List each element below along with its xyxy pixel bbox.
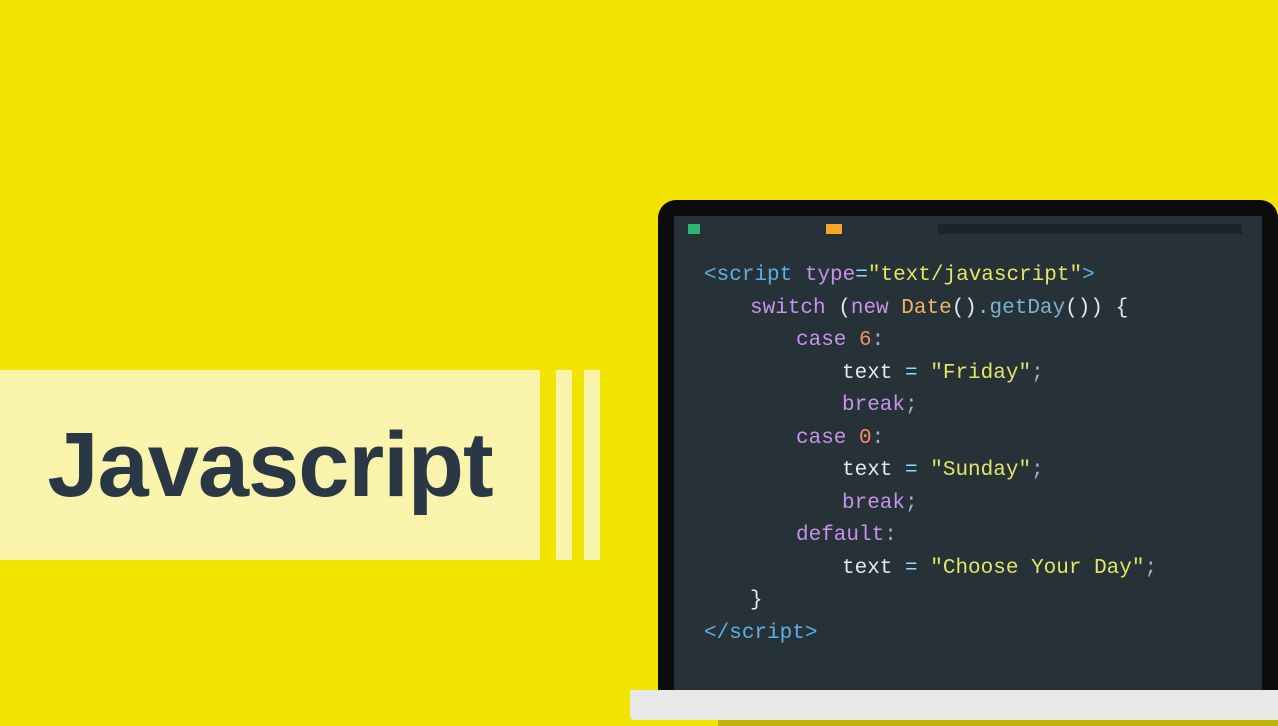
tag-name: script bbox=[717, 264, 793, 287]
code-line-8: break; bbox=[704, 488, 1240, 521]
method: getDay bbox=[990, 297, 1066, 320]
keyword: default bbox=[796, 524, 884, 547]
code-line-5: break; bbox=[704, 390, 1240, 423]
parens: () bbox=[1065, 297, 1090, 320]
space bbox=[1103, 297, 1116, 320]
tab-indicator-orange bbox=[826, 224, 842, 234]
code-line-7: text = "Sunday"; bbox=[704, 455, 1240, 488]
code-line-9: default: bbox=[704, 520, 1240, 553]
code-line-12: </script> bbox=[704, 618, 1240, 651]
laptop-illustration: <script type="text/javascript"> switch (… bbox=[658, 200, 1278, 720]
angle-bracket: < bbox=[704, 264, 717, 287]
code-line-11: } bbox=[704, 585, 1240, 618]
title-box: Javascript bbox=[0, 370, 540, 560]
identifier: text bbox=[842, 362, 892, 385]
identifier: text bbox=[842, 557, 892, 580]
editor-tab-bar bbox=[674, 224, 1262, 234]
keyword: case bbox=[796, 329, 846, 352]
code-editor-screen: <script type="text/javascript"> switch (… bbox=[674, 216, 1262, 690]
space bbox=[892, 459, 905, 482]
number: 0 bbox=[859, 427, 872, 450]
keyword-new: new bbox=[851, 297, 889, 320]
code-area: <script type="text/javascript"> switch (… bbox=[674, 238, 1262, 673]
code-line-10: text = "Choose Your Day"; bbox=[704, 553, 1240, 586]
angle-bracket: </ bbox=[704, 622, 729, 645]
brace: { bbox=[1116, 297, 1129, 320]
parens: () bbox=[952, 297, 977, 320]
keyword: case bbox=[796, 427, 846, 450]
semicolon: ; bbox=[905, 394, 918, 417]
paren: ) bbox=[1090, 297, 1103, 320]
laptop-base bbox=[630, 690, 1278, 720]
tab-indicator-green bbox=[688, 224, 700, 234]
tag-name: script bbox=[729, 622, 805, 645]
keyword: break bbox=[842, 492, 905, 515]
space bbox=[918, 557, 931, 580]
keyword: switch bbox=[750, 297, 826, 320]
space bbox=[918, 459, 931, 482]
accent-bars bbox=[556, 370, 600, 560]
colon: : bbox=[884, 524, 897, 547]
angle-bracket: > bbox=[1082, 264, 1095, 287]
brace: } bbox=[750, 589, 763, 612]
colon: : bbox=[872, 427, 885, 450]
equals: = bbox=[855, 264, 868, 287]
space bbox=[792, 264, 805, 287]
space bbox=[846, 329, 859, 352]
page-title: Javascript bbox=[47, 413, 492, 518]
keyword: break bbox=[842, 394, 905, 417]
space bbox=[846, 427, 859, 450]
number: 6 bbox=[859, 329, 872, 352]
code-line-1: <script type="text/javascript"> bbox=[704, 260, 1240, 293]
tab-bar-dark-area bbox=[938, 224, 1242, 234]
code-line-3: case 6: bbox=[704, 325, 1240, 358]
code-line-4: text = "Friday"; bbox=[704, 358, 1240, 391]
equals: = bbox=[905, 459, 918, 482]
angle-bracket: > bbox=[805, 622, 818, 645]
string: "Choose Your Day" bbox=[930, 557, 1144, 580]
semicolon: ; bbox=[1031, 362, 1044, 385]
space bbox=[889, 297, 902, 320]
accent-bar bbox=[584, 370, 600, 560]
equals: = bbox=[905, 362, 918, 385]
string: "Friday" bbox=[930, 362, 1031, 385]
paren: ( bbox=[838, 297, 851, 320]
semicolon: ; bbox=[905, 492, 918, 515]
class-name: Date bbox=[901, 297, 951, 320]
string: "Sunday" bbox=[930, 459, 1031, 482]
space bbox=[826, 297, 839, 320]
accent-bar bbox=[556, 370, 572, 560]
code-line-2: switch (new Date().getDay()) { bbox=[704, 293, 1240, 326]
semicolon: ; bbox=[1031, 459, 1044, 482]
space bbox=[918, 362, 931, 385]
semicolon: ; bbox=[1145, 557, 1158, 580]
string: "text/javascript" bbox=[868, 264, 1082, 287]
dot: . bbox=[977, 297, 990, 320]
colon: : bbox=[872, 329, 885, 352]
title-band: Javascript bbox=[0, 370, 600, 560]
space bbox=[892, 362, 905, 385]
attribute: type bbox=[805, 264, 855, 287]
identifier: text bbox=[842, 459, 892, 482]
space bbox=[892, 557, 905, 580]
code-line-6: case 0: bbox=[704, 423, 1240, 456]
laptop-frame: <script type="text/javascript"> switch (… bbox=[658, 200, 1278, 690]
equals: = bbox=[905, 557, 918, 580]
